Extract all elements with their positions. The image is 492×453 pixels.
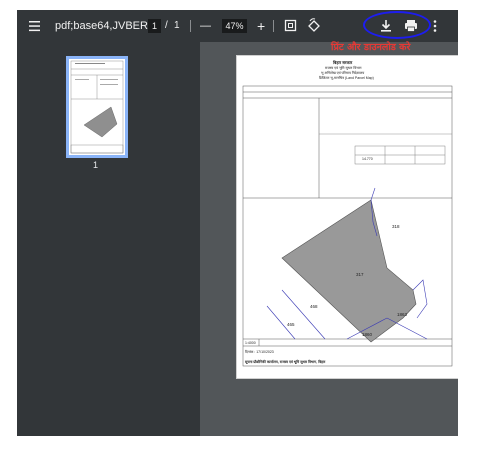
more-options-icon[interactable] [431, 10, 439, 42]
parcel-label-1863: 1863 [397, 312, 408, 317]
page-current: 1 [151, 21, 157, 31]
parcel-label-465: 465 [287, 322, 295, 327]
parcel-label-468: 468 [310, 304, 318, 309]
parcel-label-1860: 1860 [362, 332, 373, 337]
page-header-line4: डिजिटल भू-मानचित्र (Land Parcel Map) [319, 76, 374, 80]
toolbar-divider [190, 20, 191, 32]
toolbar-divider [273, 20, 274, 32]
zoom-input-box[interactable]: 47% [222, 19, 247, 33]
page-date: दिनांक : 17/10/2023 [245, 350, 274, 354]
page-input-box[interactable]: 1 [148, 19, 161, 33]
area-value: 14.770 [362, 157, 373, 161]
pdf-viewer: pdf;base64,JVBERi... 1 / 1 — 47% + 1 बिह… [17, 10, 458, 436]
document-title: pdf;base64,JVBERi... [55, 20, 160, 32]
fit-page-icon[interactable] [284, 10, 298, 42]
parcel-label-317: 317 [356, 272, 364, 277]
parcel-label-318: 318 [392, 224, 400, 229]
scale-value: 1:4000 [245, 341, 256, 345]
zoom-out-button[interactable]: — [200, 10, 211, 42]
page-thumbnail[interactable] [66, 56, 128, 158]
page-separator: / [165, 20, 168, 31]
thumbnail-page-number: 1 [93, 160, 99, 170]
highlight-circle [363, 11, 431, 39]
rotate-icon[interactable] [307, 10, 321, 42]
pdf-page: बिहार सरकार राजस्व एवं भूमि सुधार विभाग … [236, 55, 458, 379]
page-total: 1 [174, 20, 180, 31]
print-download-annotation: प्रिंट और डाउनलोड करे [331, 42, 411, 53]
page-footer: सूचना प्रौद्योगिकी कार्यालय, राजस्व एवं … [245, 360, 326, 364]
menu-icon[interactable] [27, 10, 43, 42]
zoom-in-button[interactable]: + [257, 10, 265, 42]
zoom-level: 47% [225, 21, 244, 31]
